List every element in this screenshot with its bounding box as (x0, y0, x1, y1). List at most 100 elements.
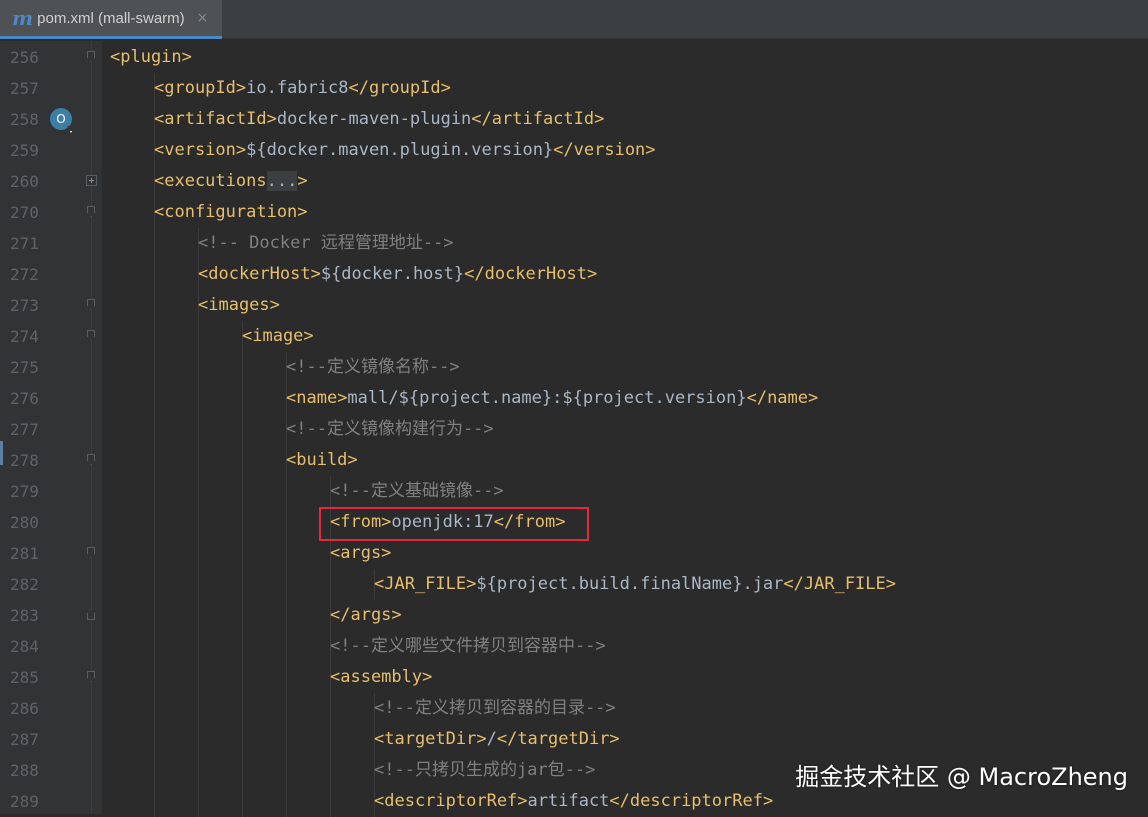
highlight-annotation-box (319, 507, 589, 541)
fold-collapse-icon[interactable] (87, 330, 95, 341)
xml-tag: </artifactId> (471, 109, 605, 129)
code-line[interactable]: 272 <dockerHost>${docker.host}</dockerHos… (0, 259, 1148, 290)
xml-tag: <plugin> (110, 47, 192, 67)
xml-text: artifact (527, 791, 610, 811)
code-line[interactable]: 277 <!--定义镜像构建行为--> (0, 414, 1148, 445)
line-number: 278 (10, 451, 39, 470)
xml-tag: <groupId> (154, 78, 247, 98)
code-line[interactable]: 287 <targetDir>/</targetDir> (0, 724, 1148, 755)
code-line[interactable]: 270 <configuration> (0, 197, 1148, 228)
override-method-icon[interactable]: O (50, 108, 72, 130)
fold-collapse-icon[interactable] (87, 51, 95, 62)
tab-pom-xml[interactable]: m pom.xml (mall-swarm) × (0, 0, 222, 39)
code-text: <!--定义镜像构建行为--> (286, 414, 494, 445)
code-line[interactable]: 259 <version>${docker.maven.plugin.versio… (0, 135, 1148, 166)
fold-expand-icon[interactable] (86, 175, 97, 186)
code-line[interactable]: 284 <!--定义哪些文件拷贝到容器中--> (0, 631, 1148, 662)
line-number: 277 (10, 420, 39, 439)
indent-guide (154, 724, 155, 755)
indent-guide (198, 569, 199, 600)
xml-tag: <dockerHost> (198, 264, 321, 284)
indent-guide (242, 445, 243, 476)
indent-guide (198, 600, 199, 631)
xml-text: docker-maven-plugin (276, 109, 472, 129)
xml-tag: <assembly> (330, 667, 433, 687)
fold-collapse-icon[interactable] (87, 206, 95, 217)
indent-guide (242, 600, 243, 631)
line-number: 280 (10, 513, 39, 532)
line-number: 271 (10, 234, 39, 253)
code-line[interactable]: 260 <executions...> (0, 166, 1148, 197)
code-line[interactable]: 276 <name>mall/${project.name}:${project.… (0, 383, 1148, 414)
indent-guide (154, 476, 155, 507)
indent-guide (286, 476, 287, 507)
line-number: 270 (10, 203, 39, 222)
indent-guide (154, 755, 155, 786)
indent-guide (198, 321, 199, 352)
code-text: <plugin> (110, 42, 192, 73)
indent-guide (154, 445, 155, 476)
fold-collapse-icon[interactable] (87, 454, 95, 465)
code-text: <!--定义哪些文件拷贝到容器中--> (330, 631, 606, 662)
code-line[interactable]: 278 <build> (0, 445, 1148, 476)
code-line[interactable]: 283 </args> (0, 600, 1148, 631)
xml-comment: <!--定义基础镜像--> (330, 481, 504, 501)
line-number: 256 (10, 48, 39, 67)
code-line[interactable]: 274 <image> (0, 321, 1148, 352)
code-text: <targetDir>/</targetDir> (374, 724, 620, 755)
indent-guide (286, 631, 287, 662)
code-text: <groupId>io.fabric8</groupId> (154, 73, 451, 104)
indent-guide (198, 724, 199, 755)
code-line[interactable]: 273 <images> (0, 290, 1148, 321)
line-number: 285 (10, 668, 39, 687)
xml-tag: <version> (154, 140, 247, 160)
line-number: 258 (10, 110, 39, 129)
indent-guide (242, 786, 243, 817)
code-line[interactable]: 281 <args> (0, 538, 1148, 569)
code-text: <assembly> (330, 662, 432, 693)
code-text: <!--只拷贝生成的jar包--> (374, 755, 595, 786)
code-line[interactable]: 258 O <artifactId>docker-maven-plugin</art… (0, 104, 1148, 135)
indent-guide (242, 724, 243, 755)
code-text: <!--定义基础镜像--> (330, 476, 504, 507)
code-line[interactable]: 275 <!--定义镜像名称--> (0, 352, 1148, 383)
fold-collapse-icon[interactable] (87, 609, 95, 620)
indent-guide (242, 507, 243, 538)
line-number: 288 (10, 761, 39, 780)
indent-guide (154, 228, 155, 259)
fold-collapse-icon[interactable] (87, 547, 95, 558)
indent-guide (242, 352, 243, 383)
code-text: <image> (242, 321, 314, 352)
indent-guide (154, 290, 155, 321)
xml-tag: <image> (242, 326, 314, 346)
code-text: <JAR_FILE>${project.build.finalName}.jar… (374, 569, 896, 600)
code-line[interactable]: 285 <assembly> (0, 662, 1148, 693)
line-number: 283 (10, 606, 39, 625)
xml-tag: <name> (286, 388, 348, 408)
indent-guide (198, 693, 199, 724)
line-number: 286 (10, 699, 39, 718)
fold-collapse-icon[interactable] (87, 299, 95, 310)
indent-guide (330, 569, 331, 600)
xml-tag: <build> (286, 450, 358, 470)
indent-guide (242, 538, 243, 569)
code-line[interactable]: 271 <!-- Docker 远程管理地址--> (0, 228, 1148, 259)
xml-comment: <!--定义拷贝到容器的目录--> (374, 698, 616, 718)
code-line[interactable]: 282 <JAR_FILE>${project.build.finalName}.… (0, 569, 1148, 600)
indent-guide (198, 507, 199, 538)
fold-collapse-icon[interactable] (87, 671, 95, 682)
code-line[interactable]: 256 <plugin> (0, 42, 1148, 73)
code-line[interactable]: 286 <!--定义拷贝到容器的目录--> (0, 693, 1148, 724)
indent-guide (154, 321, 155, 352)
xml-tag: <artifactId> (154, 109, 277, 129)
code-line[interactable]: 279 <!--定义基础镜像--> (0, 476, 1148, 507)
xml-comment: <!-- Docker 远程管理地址--> (198, 233, 454, 253)
xml-comment: <!--定义哪些文件拷贝到容器中--> (330, 636, 606, 656)
code-line[interactable]: 257 <groupId>io.fabric8</groupId> (0, 73, 1148, 104)
close-icon[interactable]: × (197, 10, 209, 26)
xml-tag: </groupId> (348, 78, 451, 98)
xml-text: io.fabric8 (246, 78, 349, 98)
code-text: <executions...> (154, 166, 308, 197)
indent-guide (286, 538, 287, 569)
indent-guide (198, 755, 199, 786)
